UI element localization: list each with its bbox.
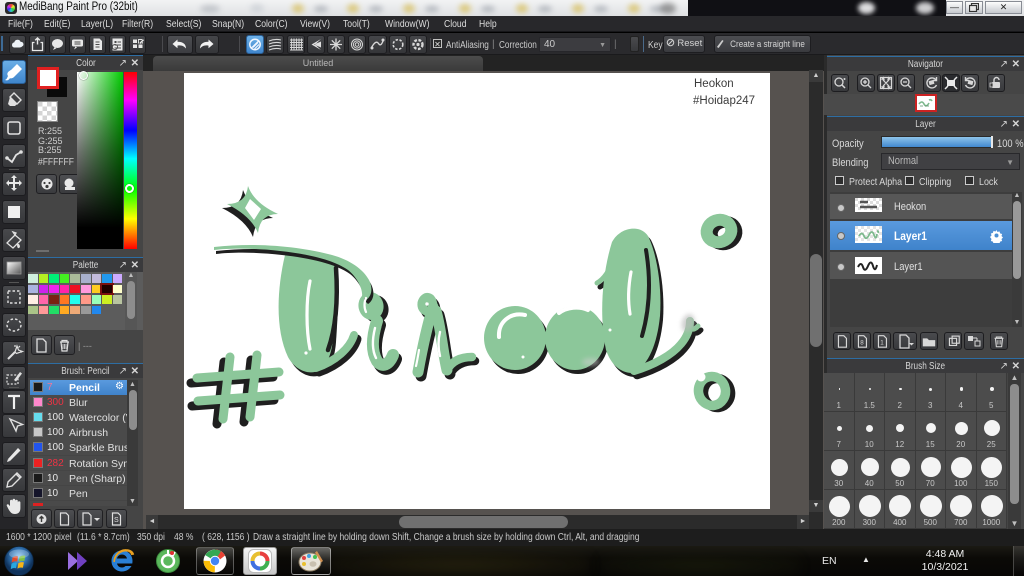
svg-text:1: 1 [880,340,884,347]
svg-text:8: 8 [860,340,864,347]
svg-text:S: S [114,517,119,524]
